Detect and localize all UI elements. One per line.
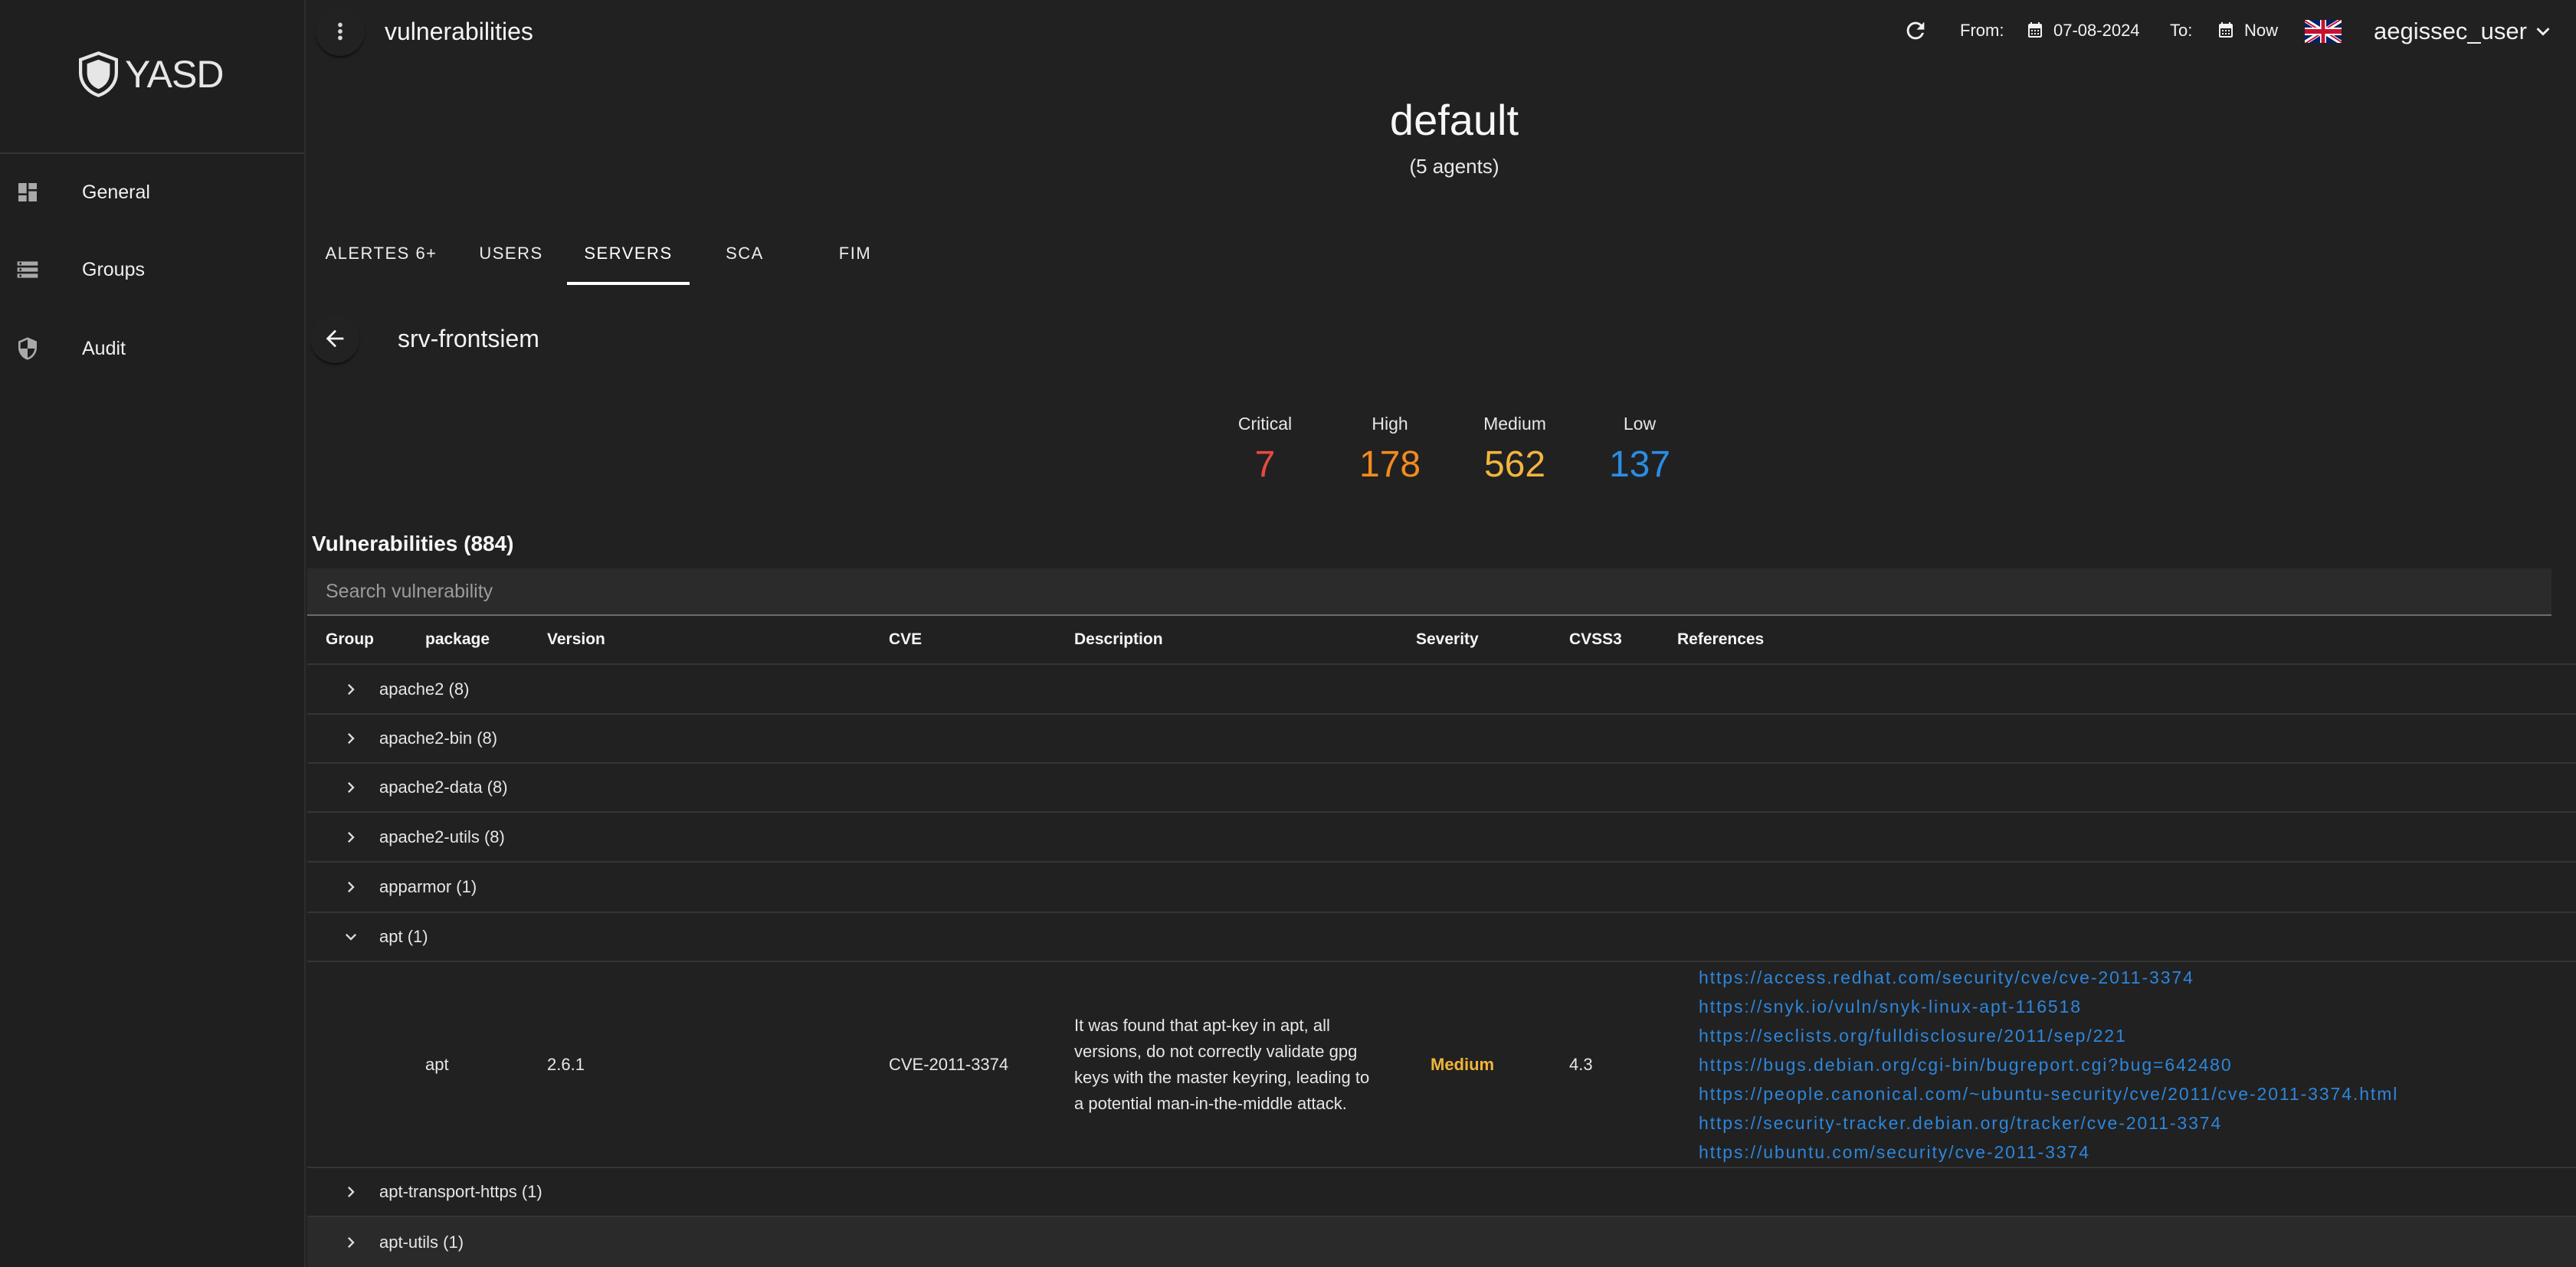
section-title: Vulnerabilities (884) — [312, 532, 514, 555]
sidebar: YASD General Groups Audit — [0, 0, 306, 1267]
table-group-row[interactable]: apparmor (1) — [307, 863, 2576, 913]
column-header-package[interactable]: package — [425, 616, 490, 663]
group-label: apache2-data (8) — [379, 778, 508, 797]
cell-cve: CVE-2011-3374 — [889, 1054, 1009, 1074]
active-tab-indicator — [567, 282, 690, 285]
user-menu[interactable]: aegissec_user — [2374, 15, 2527, 48]
table-group-row[interactable]: apache2-bin (8) — [307, 715, 2576, 764]
group-title: default — [1389, 96, 1519, 144]
column-header-cve[interactable]: CVE — [889, 616, 922, 663]
reference-link[interactable]: https://bugs.debian.org/cgi-bin/bugrepor… — [1699, 1050, 2233, 1079]
from-label: From: — [1960, 21, 2004, 40]
more-menu-button[interactable] — [316, 7, 365, 56]
cell-version: 2.6.1 — [547, 1054, 585, 1074]
to-label: To: — [2170, 21, 2193, 40]
cell-package: apt — [425, 1054, 449, 1074]
column-header-cvss3[interactable]: CVSS3 — [1569, 616, 1622, 663]
reference-link[interactable]: https://snyk.io/vuln/snyk-linux-apt-1165… — [1699, 992, 2082, 1021]
tab-servers[interactable]: SERVERS — [567, 222, 690, 285]
severity-count: 137 — [1608, 444, 1671, 485]
chevron-right-icon[interactable] — [340, 827, 362, 848]
column-header-version[interactable]: Version — [547, 616, 605, 663]
chevron-right-icon[interactable] — [340, 1232, 362, 1253]
chevron-right-icon[interactable] — [340, 679, 362, 700]
more-vert-icon — [338, 22, 342, 41]
reference-link[interactable]: https://ubuntu.com/security/cve-2011-337… — [1699, 1138, 2090, 1167]
description-text: It was found that apt-key in apt, all ve… — [1074, 1015, 1370, 1113]
shield-logo-icon — [79, 51, 118, 97]
tab-fim[interactable]: FIM — [800, 222, 910, 285]
uk-flag-icon[interactable] — [2305, 20, 2342, 43]
sidebar-item-general[interactable]: General — [0, 154, 304, 231]
sidebar-item-label: Groups — [82, 259, 145, 280]
group-label: apparmor (1) — [379, 877, 477, 896]
table-group-row[interactable]: apt-utils (1) — [307, 1217, 2576, 1267]
back-button[interactable] — [310, 314, 359, 363]
app-logo[interactable]: YASD — [79, 51, 224, 98]
reference-link[interactable]: https://access.redhat.com/security/cve/c… — [1699, 963, 2194, 992]
search-input[interactable] — [307, 568, 2551, 614]
chevron-right-icon[interactable] — [340, 1181, 362, 1203]
reference-link[interactable]: https://seclists.org/fulldisclosure/2011… — [1699, 1021, 2127, 1050]
column-header-description[interactable]: Description — [1074, 616, 1163, 663]
from-date-picker[interactable]: 07-08-2024 — [2053, 17, 2140, 44]
reference-link[interactable]: https://people.canonical.com/~ubuntu-sec… — [1699, 1079, 2398, 1108]
tab-sca[interactable]: SCA — [690, 222, 800, 285]
table-row[interactable]: apt 2.6.1 CVE-2011-3374 It was found tha… — [307, 962, 2576, 1168]
reference-link[interactable]: https://security-tracker.debian.org/trac… — [1699, 1108, 2222, 1138]
cell-cvss3: 4.3 — [1569, 1054, 1593, 1074]
group-label: apache2-utils (8) — [379, 827, 505, 846]
table-group-row[interactable]: apache2-utils (8) — [307, 813, 2576, 863]
column-header-references[interactable]: References — [1677, 616, 1764, 663]
dashboard-icon — [18, 183, 37, 201]
page-title: vulnerabilities — [385, 18, 533, 45]
arrow-back-icon — [326, 329, 344, 348]
chevron-down-icon[interactable] — [2530, 18, 2556, 44]
tab-bar: ALERTES 6+ USERS SERVERS SCA FIM — [307, 222, 910, 285]
tab-alertes[interactable]: ALERTES 6+ — [307, 222, 455, 285]
app-name: YASD — [125, 53, 224, 96]
column-header-group[interactable]: Group — [326, 616, 374, 663]
calendar-icon[interactable] — [2217, 21, 2235, 39]
cell-references: https://access.redhat.com/security/cve/c… — [1699, 962, 2398, 1167]
group-label: apache2-bin (8) — [379, 728, 498, 748]
group-label: apt-utils (1) — [379, 1232, 464, 1252]
calendar-icon[interactable] — [2026, 21, 2044, 39]
table-group-row[interactable]: apache2 (8) — [307, 665, 2576, 715]
cell-severity: Medium — [1431, 1054, 1495, 1074]
server-name: srv-frontsiem — [398, 325, 539, 352]
sidebar-item-label: General — [82, 182, 150, 203]
table-header: Group package Version CVE Description Se… — [307, 616, 2576, 665]
vulnerability-table: Group package Version CVE Description Se… — [307, 616, 2576, 1267]
chevron-right-icon[interactable] — [340, 876, 362, 898]
search-field — [307, 568, 2551, 616]
chevron-right-icon[interactable] — [340, 777, 362, 798]
table-group-row[interactable]: apt-transport-https (1) — [307, 1168, 2576, 1217]
storage-icon — [17, 261, 38, 278]
cell-description: It was found that apt-key in apt, all ve… — [1074, 962, 1379, 1167]
group-label: apt-transport-https (1) — [379, 1182, 542, 1201]
agent-count: (5 agents) — [1409, 155, 1499, 178]
refresh-icon[interactable] — [1903, 18, 1929, 44]
sidebar-item-label: Audit — [82, 338, 126, 359]
security-shield-icon — [18, 337, 37, 360]
chevron-down-icon[interactable] — [340, 926, 362, 948]
chevron-right-icon[interactable] — [340, 728, 362, 749]
group-label: apt (1) — [379, 927, 428, 946]
to-date-picker[interactable]: Now — [2244, 17, 2278, 44]
sidebar-item-groups[interactable]: Groups — [0, 231, 304, 308]
column-header-severity[interactable]: Severity — [1416, 616, 1479, 663]
group-label: apache2 (8) — [379, 679, 470, 699]
tab-users[interactable]: USERS — [455, 222, 567, 285]
severity-label: Low — [1623, 414, 1657, 434]
table-group-row[interactable]: apache2-data (8) — [307, 764, 2576, 813]
sidebar-item-audit[interactable]: Audit — [0, 310, 304, 387]
table-group-row-expanded[interactable]: apt (1) — [307, 913, 2576, 962]
